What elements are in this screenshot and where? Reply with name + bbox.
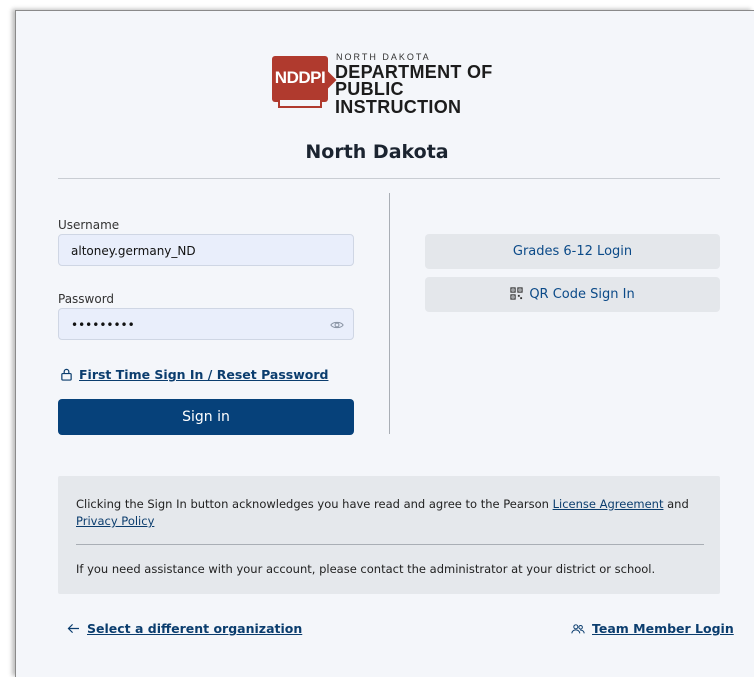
qr-code-icon xyxy=(510,287,523,300)
nddpi-logo: NDDPI NORTH DAKOTA DEPARTMENT OF PUBLIC … xyxy=(272,52,512,116)
grades-login-label: Grades 6-12 Login xyxy=(512,244,633,259)
arrow-left-icon xyxy=(67,623,79,634)
username-value: altoney.germany_ND xyxy=(71,244,196,258)
column-divider xyxy=(389,193,390,434)
reset-password-label[interactable]: First Time Sign In / Reset Password xyxy=(79,367,328,382)
logo-line-2: PUBLIC INSTRUCTION xyxy=(335,79,462,117)
team-member-login-label[interactable]: Team Member Login xyxy=(592,621,734,636)
sign-in-button[interactable]: Sign in xyxy=(58,399,354,435)
password-input[interactable]: ••••••••• xyxy=(58,308,354,340)
grades-login-button[interactable]: Grades 6-12 Login xyxy=(425,234,720,269)
password-value: ••••••••• xyxy=(71,318,135,332)
privacy-policy-link[interactable]: Privacy Policy xyxy=(76,514,154,528)
reset-password-link[interactable]: First Time Sign In / Reset Password xyxy=(60,367,328,382)
terms-text: Clicking the Sign In button acknowledges… xyxy=(76,497,689,528)
qr-code-label: QR Code Sign In xyxy=(529,287,635,302)
logo-state-text: NORTH DAKOTA xyxy=(336,52,431,62)
username-input[interactable]: altoney.germany_ND xyxy=(58,234,354,266)
team-member-login-link[interactable]: Team Member Login xyxy=(571,621,734,636)
assistance-text: If you need assistance with your account… xyxy=(76,562,656,576)
qr-code-signin-button[interactable]: QR Code Sign In xyxy=(425,277,720,312)
select-organization-label[interactable]: Select a different organization xyxy=(87,621,302,636)
terms-notice: Clicking the Sign In button acknowledges… xyxy=(58,476,720,594)
logo-badge: NDDPI xyxy=(272,56,337,108)
select-organization-link[interactable]: Select a different organization xyxy=(67,621,302,636)
license-agreement-link[interactable]: License Agreement xyxy=(553,497,664,511)
show-password-icon[interactable] xyxy=(330,318,344,332)
username-label: Username xyxy=(58,218,120,232)
password-label: Password xyxy=(58,292,115,306)
logo-badge-text: NDDPI xyxy=(274,68,326,87)
organization-title: North Dakota xyxy=(305,141,449,163)
lock-icon xyxy=(61,368,72,381)
header-divider xyxy=(58,178,720,179)
notice-divider xyxy=(76,544,704,545)
team-icon xyxy=(571,623,585,633)
